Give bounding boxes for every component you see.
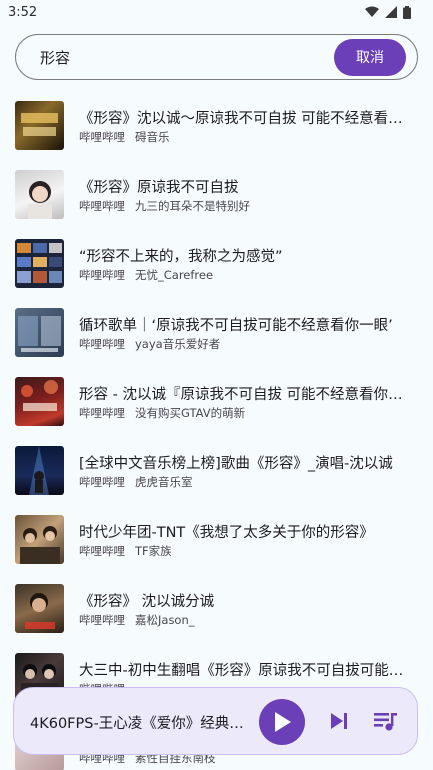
- item-title: “形容不上来的，我称之为感觉”: [79, 249, 283, 265]
- play-icon: [275, 712, 291, 732]
- item-title: 循环歌单｜‘原谅我不可自拔可能不经意看你一眼’: [79, 318, 393, 334]
- item-title: [全球中文音乐榜上榜]歌曲《形容》_演唱-沈以诚: [79, 456, 393, 472]
- queue-button[interactable]: [371, 708, 399, 736]
- list-item[interactable]: [全球中文音乐榜上榜]歌曲《形容》_演唱-沈以诚 哔哩哔哩 虎虎音乐室: [0, 435, 433, 504]
- item-uploader: yaya音乐爱好者: [135, 337, 221, 351]
- mini-player[interactable]: 4K60FPS-王心凌《爱你》经典现场: [13, 687, 418, 755]
- item-title: 《形容》 沈以诚分诚: [79, 594, 215, 610]
- item-title: 《形容》原谅我不可自拔: [79, 180, 239, 196]
- list-item[interactable]: “形容不上来的，我称之为感觉” 哔哩哔哩 无忧_Carefree: [0, 228, 433, 297]
- item-meta: 哔哩哔哩 嘉松Jason_: [79, 612, 205, 628]
- search-bar: 取消: [15, 34, 418, 80]
- list-item[interactable]: 《形容》沈以诚～原谅我不可自拔 可能不经意看你一眼 哔哩哔哩 碍音乐: [0, 90, 433, 159]
- item-title: 《形容》沈以诚～原谅我不可自拔 可能不经意看你一眼: [79, 111, 405, 127]
- gesture-bar: [0, 758, 433, 770]
- play-button[interactable]: [259, 699, 305, 745]
- item-meta: 哔哩哔哩 无忧_Carefree: [79, 267, 223, 283]
- list-item[interactable]: 《形容》 沈以诚分诚 哔哩哔哩 嘉松Jason_: [0, 573, 433, 642]
- video-thumbnail: [15, 170, 64, 219]
- item-meta: 哔哩哔哩 yaya音乐爱好者: [79, 336, 230, 352]
- item-source: 哔哩哔哩: [79, 406, 125, 420]
- item-uploader: 无忧_Carefree: [135, 268, 214, 282]
- item-source: 哔哩哔哩: [79, 337, 125, 351]
- item-meta: 哔哩哔哩 碍音乐: [79, 129, 180, 145]
- item-uploader: 九三的耳朵不是特别好: [135, 199, 250, 213]
- item-meta: 哔哩哔哩 TF家族: [79, 543, 182, 559]
- item-title: 大三中-初中生翻唱《形容》原谅我不可自拔可能不经意: [79, 663, 405, 679]
- item-source: 哔哩哔哩: [79, 475, 125, 489]
- battery-icon: [403, 5, 411, 19]
- item-meta: 哔哩哔哩 没有购买GTAV的萌新: [79, 405, 255, 421]
- cancel-button[interactable]: 取消: [334, 38, 406, 76]
- video-thumbnail: [15, 101, 64, 150]
- item-source: 哔哩哔哩: [79, 199, 125, 213]
- status-icons: [365, 5, 411, 19]
- status-time: 3:52: [8, 4, 38, 20]
- video-thumbnail: [15, 446, 64, 495]
- video-thumbnail: [15, 377, 64, 426]
- now-playing-title: 4K60FPS-王心凌《爱你》经典现场: [30, 716, 248, 732]
- item-title: 形容 - 沈以诚『原谅我不可自拔 可能不经意看你一眼』: [79, 387, 405, 403]
- item-source: 哔哩哔哩: [79, 268, 125, 282]
- video-thumbnail: [15, 515, 64, 564]
- status-bar: 3:52: [0, 0, 433, 24]
- item-uploader: 虎虎音乐室: [135, 475, 193, 489]
- skip-next-icon: [331, 712, 347, 729]
- list-item[interactable]: 时代少年团-TNT《我想了太多关于你的形容》 哔哩哔哩 TF家族: [0, 504, 433, 573]
- item-uploader: 嘉松Jason_: [135, 613, 195, 627]
- item-uploader: 没有购买GTAV的萌新: [135, 406, 246, 420]
- video-thumbnail: [15, 308, 64, 357]
- item-source: 哔哩哔哩: [79, 130, 125, 144]
- list-item[interactable]: 《形容》原谅我不可自拔 哔哩哔哩 九三的耳朵不是特别好: [0, 159, 433, 228]
- item-meta: 哔哩哔哩 虎虎音乐室: [79, 474, 203, 490]
- video-thumbnail: [15, 584, 64, 633]
- video-thumbnail: [15, 239, 64, 288]
- item-source: 哔哩哔哩: [79, 613, 125, 627]
- item-uploader: 碍音乐: [135, 130, 170, 144]
- skip-next-button[interactable]: [326, 709, 352, 735]
- item-meta: 哔哩哔哩 九三的耳朵不是特别好: [79, 198, 260, 214]
- signal-icon: [385, 6, 397, 18]
- search-input[interactable]: [40, 48, 290, 66]
- list-item[interactable]: 循环歌单｜‘原谅我不可自拔可能不经意看你一眼’ 哔哩哔哩 yaya音乐爱好者: [0, 297, 433, 366]
- queue-music-icon: [374, 713, 397, 731]
- item-title: 时代少年团-TNT《我想了太多关于你的形容》: [79, 525, 374, 541]
- list-item[interactable]: 形容 - 沈以诚『原谅我不可自拔 可能不经意看你一眼』 哔哩哔哩 没有购买GTAV…: [0, 366, 433, 435]
- wifi-icon: [365, 6, 379, 17]
- item-source: 哔哩哔哩: [79, 544, 125, 558]
- item-uploader: TF家族: [135, 544, 172, 558]
